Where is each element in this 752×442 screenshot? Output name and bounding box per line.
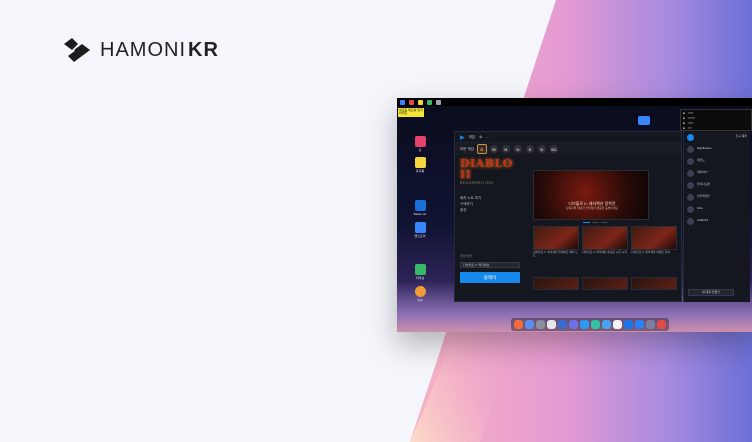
desktop-label: 날씨 (417, 298, 423, 302)
brand-name: HAMONI KR (100, 38, 219, 61)
play-button[interactable]: 플레이 (460, 272, 520, 283)
launcher-icon[interactable] (400, 99, 405, 105)
dock-app-icon[interactable] (536, 320, 545, 329)
user-avatar[interactable] (687, 133, 694, 141)
friend-name[interactable]: Nightbearer (697, 146, 712, 150)
all-games-button[interactable]: 모든 게임 (460, 147, 474, 152)
game-menu: 패치 노트 보기 구매하기 옵션 (460, 195, 525, 213)
version-select[interactable]: 디아블로 II: 레저렉션 (460, 262, 520, 268)
dock-app-icon[interactable] (547, 320, 556, 329)
top-panel (397, 98, 752, 106)
dock-app-icon[interactable] (580, 320, 589, 329)
friend-avatar[interactable] (687, 193, 694, 201)
window-thumb-icon[interactable] (638, 116, 650, 125)
dock-app-icon[interactable] (591, 320, 600, 329)
dock-app-icon[interactable] (613, 320, 622, 329)
friend-avatar[interactable] (687, 181, 694, 189)
terminal-icon[interactable] (415, 264, 426, 275)
menu-options[interactable]: 옵션 (460, 207, 525, 213)
carousel-dot[interactable] (601, 222, 608, 223)
news-card-2[interactable] (582, 226, 628, 250)
desktop-screenshot: 새로운 메모를 입력하세요 홈 휴지통 Battle.net 앱스토어 터미널 … (397, 98, 752, 332)
app-store-icon[interactable] (415, 222, 426, 233)
desktop-label: 휴지통 (415, 169, 425, 173)
dock-app-icon[interactable] (646, 320, 655, 329)
friend-name[interactable]: 블리자드팬 (697, 182, 710, 186)
game-icon-starcraft[interactable]: S (525, 145, 534, 153)
news-title: 디아블로 II: 레저렉션 업데이트 패치 노트 (533, 250, 578, 258)
folder-icon[interactable] (418, 99, 423, 105)
home-icon[interactable] (415, 136, 426, 147)
dock-app-icon[interactable] (525, 320, 534, 329)
friend-name[interactable]: HAMONI (697, 218, 708, 222)
news-card-6[interactable] (631, 277, 677, 290)
news-card-4[interactable] (533, 277, 579, 290)
friend-avatar[interactable] (687, 157, 694, 165)
browser-icon[interactable] (409, 99, 414, 105)
tab-games[interactable]: 게임 (469, 135, 475, 140)
trash-icon[interactable] (415, 157, 426, 168)
friend-name[interactable]: 레전드 (697, 158, 705, 162)
battlenet-icon[interactable] (415, 200, 426, 211)
game-icon-diablo[interactable]: D (476, 144, 487, 154)
friend-avatar[interactable] (687, 145, 694, 153)
new-chat-button[interactable]: 새 대화 만들기 (688, 289, 734, 296)
friend-name[interactable]: 전투의달인 (697, 194, 710, 198)
news-area: 디아블로 II: 레저렉션 정복전 정복자의 위대한 전투에서 영웅을 증명하세… (533, 158, 677, 303)
battlenet-logo-icon[interactable]: ▶ (460, 134, 465, 141)
tab-more[interactable]: ... (486, 135, 489, 139)
version-label: 게임 버전 (460, 254, 472, 258)
store-icon[interactable] (427, 99, 432, 105)
news-card-3[interactable] (631, 226, 677, 250)
dock-app-icon[interactable] (602, 320, 611, 329)
battlenet-window: ▶ 게임 쇼 ... 모든 게임 D W H O S D SC DIABLO I… (454, 131, 682, 302)
dock-app-icon[interactable] (569, 320, 578, 329)
game-icon-diablo-immortal[interactable]: D (537, 145, 546, 153)
settings-icon[interactable] (436, 99, 441, 105)
notification-panel: ■ ━━━ ■ ━━━━ ■ ━━━ ■ ━━ (680, 109, 752, 131)
game-subtitle: RESURRECTED (460, 181, 494, 185)
weather-icon[interactable] (415, 286, 426, 297)
friend-avatar[interactable] (687, 169, 694, 177)
friend-avatar[interactable] (687, 217, 694, 225)
friends-panel: 친구 목록 Nightbearer 레전드 게이머77 블리자드팬 전투의달인 … (683, 131, 750, 302)
game-sidebar: DIABLO II RESURRECTED 패치 노트 보기 구매하기 옵션 게… (460, 158, 525, 298)
desktop-label: Battle.net (413, 212, 427, 216)
sticky-note[interactable]: 새로운 메모를 입력하세요 (398, 108, 424, 117)
game-icon-overwatch[interactable]: O (513, 145, 522, 153)
carousel-dots (583, 222, 608, 223)
hero-banner[interactable]: 디아블로 II: 레저렉션 정복전 정복자의 위대한 전투에서 영웅을 증명하세… (533, 170, 649, 220)
desktop-label: 앱스토어 (414, 234, 426, 238)
banner-subtitle: 정복자의 위대한 전투에서 영웅을 증명하세요 (566, 206, 618, 210)
friends-header: 친구 목록 (735, 134, 747, 139)
news-title: 디아블로 II: 레저렉션 새로운 시즌 시작 (582, 250, 627, 254)
dock-app-icon[interactable] (624, 320, 633, 329)
news-card-5[interactable] (582, 277, 628, 290)
dock-app-icon[interactable] (657, 320, 666, 329)
friend-avatar[interactable] (687, 205, 694, 213)
news-title: 디아블로 II: 레저렉션 이벤트 안내 (631, 250, 670, 254)
dock-app-icon[interactable] (558, 320, 567, 329)
brand-logo: HAMONI KR (62, 36, 219, 64)
game-logo: DIABLO II (460, 157, 513, 181)
game-icon-hearthstone[interactable]: H (501, 145, 510, 153)
friend-name[interactable]: Kiria (697, 206, 703, 210)
hamoni-logo-icon (64, 38, 90, 62)
dock (511, 318, 669, 331)
game-icon-wow[interactable]: W (489, 145, 498, 153)
game-bar: 모든 게임 D W H O S D SC (455, 143, 681, 155)
desktop-label: 홈 (418, 148, 422, 152)
dock-app-icon[interactable] (514, 320, 523, 329)
dock-app-icon[interactable] (635, 320, 644, 329)
carousel-dot[interactable] (592, 222, 599, 223)
game-icon-sc2[interactable]: SC (549, 145, 558, 153)
tab-shop[interactable]: 쇼 (479, 135, 482, 140)
desktop-label: 터미널 (415, 276, 425, 280)
carousel-dot[interactable] (583, 222, 590, 223)
news-card-1[interactable] (533, 226, 579, 250)
launcher-topbar: ▶ 게임 쇼 ... (455, 132, 681, 143)
friend-name[interactable]: 게이머77 (697, 170, 708, 174)
